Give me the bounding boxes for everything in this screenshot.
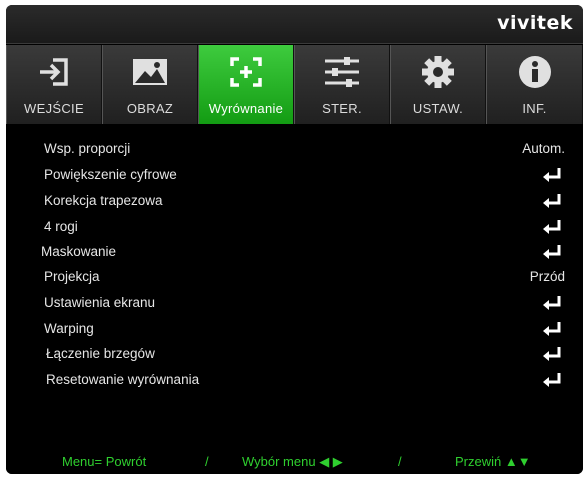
menu-item-warping[interactable]: Warping: [6, 317, 583, 341]
footer-separator: /: [205, 454, 209, 469]
menu-item-edge-blending[interactable]: Łączenie brzegów: [6, 342, 583, 366]
footer-separator: /: [398, 454, 402, 469]
tab-label: USTAW.: [412, 101, 464, 116]
menu-item-digital-zoom[interactable]: Powiększenie cyfrowe: [6, 163, 583, 187]
tab-label: WEJŚCIE: [24, 101, 84, 116]
menu-item-label: Projekcja: [44, 269, 100, 284]
input-icon: [7, 53, 101, 91]
gear-icon: [391, 53, 485, 91]
menu-item-four-corners[interactable]: 4 rogi: [6, 215, 583, 239]
footer-select-hint: Wybór menu ◀ ▶: [242, 454, 343, 469]
tab-ustaw[interactable]: USTAW.: [390, 45, 486, 124]
menu-item-keystone[interactable]: Korekcja trapezowa: [6, 189, 583, 213]
tab-label: OBRAZ: [126, 101, 174, 116]
tab-ster[interactable]: STER.: [294, 45, 390, 124]
tab-wejscie[interactable]: WEJŚCIE: [6, 45, 102, 124]
menu-item-label: Ustawienia ekranu: [44, 295, 156, 310]
menu-item-label: Resetowanie wyrównania: [46, 372, 200, 387]
menu-item-masking[interactable]: Maskowanie: [6, 240, 583, 264]
info-icon: [487, 53, 582, 91]
help-footer: Menu= Powrót / Wybór menu ◀ ▶ / Przewiń …: [6, 452, 583, 474]
enter-icon: [543, 373, 561, 387]
enter-icon: [543, 296, 561, 310]
alignment-menu-list: Wsp. proporcji Autom. Powiększenie cyfro…: [6, 125, 583, 451]
footer-scroll-hint: Przewiń ▲▼: [455, 454, 531, 469]
menu-item-label: Wsp. proporcji: [44, 141, 131, 156]
top-bar: vivitek: [6, 5, 583, 44]
menu-item-screen-settings[interactable]: Ustawienia ekranu: [6, 291, 583, 315]
tab-label: Wyrównanie: [208, 101, 284, 116]
menu-item-value: Przód: [529, 269, 565, 284]
tab-label: INF.: [522, 101, 547, 116]
enter-icon: [543, 245, 561, 259]
menu-item-label: Korekcja trapezowa: [44, 193, 163, 208]
menu-item-aspect-ratio[interactable]: Wsp. proporcji Autom.: [6, 137, 583, 161]
menu-item-label: Łączenie brzegów: [46, 346, 155, 361]
sliders-icon: [295, 53, 389, 91]
enter-icon: [543, 168, 561, 182]
menu-item-projection[interactable]: Projekcja Przód: [6, 265, 583, 289]
enter-icon: [543, 347, 561, 361]
footer-back-hint: Menu= Powrót: [62, 454, 147, 469]
tab-label: STER.: [322, 101, 362, 116]
tab-inf[interactable]: INF.: [486, 45, 583, 124]
osd-menu: vivitek WEJŚCIE OBRAZ Wyrównanie STER. U…: [6, 5, 583, 474]
menu-item-label: Powiększenie cyfrowe: [44, 167, 177, 182]
tab-bar: WEJŚCIE OBRAZ Wyrównanie STER. USTAW. IN…: [6, 45, 583, 124]
enter-icon: [543, 220, 561, 234]
menu-item-label: Warping: [44, 321, 94, 336]
tab-wyrownanie[interactable]: Wyrównanie: [198, 45, 294, 124]
vivitek-logo: vivitek: [497, 12, 573, 34]
menu-item-label: Maskowanie: [41, 244, 117, 259]
enter-icon: [543, 194, 561, 208]
image-icon: [103, 53, 197, 91]
menu-item-label: 4 rogi: [44, 219, 78, 234]
tab-obraz[interactable]: OBRAZ: [102, 45, 198, 124]
alignment-icon: [199, 53, 293, 91]
menu-item-alignment-reset[interactable]: Resetowanie wyrównania: [6, 368, 583, 392]
menu-item-value: Autom.: [522, 141, 565, 156]
enter-icon: [543, 322, 561, 336]
